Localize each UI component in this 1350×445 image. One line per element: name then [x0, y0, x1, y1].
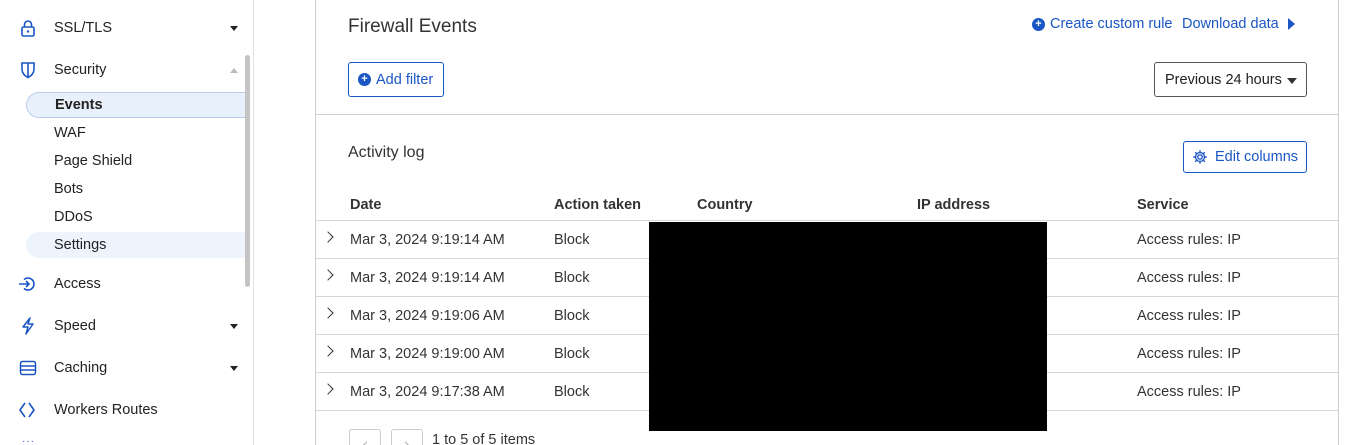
sidebar-subitem-bots[interactable]: Bots: [26, 176, 250, 202]
chevron-right-icon[interactable]: [322, 345, 334, 357]
cell-action: Block: [554, 308, 590, 324]
sidebar-subitem-settings[interactable]: Settings: [26, 232, 250, 258]
sidebar-subitem-events[interactable]: Events: [26, 92, 250, 118]
chevron-down-icon: [1287, 78, 1297, 84]
activity-log-title: Activity log: [348, 144, 425, 161]
cell-action: Block: [554, 384, 590, 400]
column-header-country[interactable]: Country: [697, 197, 753, 213]
cell-action: Block: [554, 270, 590, 286]
time-range-select[interactable]: Previous 24 hours: [1154, 62, 1307, 97]
pagination-summary: 1 to 5 of 5 items: [432, 432, 536, 445]
cell-date: Mar 3, 2024 9:19:00 AM: [350, 346, 505, 362]
cell-service: Access rules: IP: [1137, 270, 1241, 286]
chevron-right-icon[interactable]: [322, 231, 334, 243]
edit-columns-button[interactable]: Edit columns: [1183, 141, 1307, 173]
workers-icon: [18, 400, 38, 420]
cell-action: Block: [554, 346, 590, 362]
sidebar-subitem-ddos[interactable]: DDoS: [26, 204, 250, 230]
create-custom-rule-label: Create custom rule: [1050, 16, 1173, 32]
cell-service: Access rules: IP: [1137, 308, 1241, 324]
column-header-service[interactable]: Service: [1137, 197, 1189, 213]
create-custom-rule-link[interactable]: + Create custom rule: [1032, 16, 1173, 32]
cell-date: Mar 3, 2024 9:19:14 AM: [350, 270, 505, 286]
page-title: Firewall Events: [348, 16, 477, 37]
sidebar-item-security[interactable]: Security: [0, 54, 253, 86]
sidebar-item-label: Workers Routes: [54, 402, 158, 418]
sidebar-item-label: Security: [54, 62, 107, 78]
lock-icon: [18, 18, 38, 38]
cell-action: Block: [554, 232, 590, 248]
chevron-up-icon: [230, 67, 238, 73]
next-page-button[interactable]: [391, 429, 423, 445]
column-header-ip[interactable]: IP address: [917, 197, 990, 213]
chevron-down-icon: [230, 323, 238, 329]
time-range-value: Previous 24 hours: [1165, 71, 1282, 88]
cell-date: Mar 3, 2024 9:19:14 AM: [350, 232, 505, 248]
sidebar-item-label: Speed: [54, 318, 96, 334]
sidebar-item-label: SSL/TLS: [54, 20, 113, 36]
access-icon: [18, 274, 38, 294]
redacted-block: [649, 222, 1047, 431]
column-header-action[interactable]: Action taken: [554, 197, 641, 213]
more-icon: ···: [22, 436, 35, 445]
cell-service: Access rules: IP: [1137, 232, 1241, 248]
chevron-right-icon: [400, 441, 411, 445]
cell-date: Mar 3, 2024 9:19:06 AM: [350, 308, 505, 324]
plus-circle-icon: +: [1032, 17, 1045, 31]
add-filter-label: Add filter: [376, 71, 434, 88]
add-filter-button[interactable]: + Add filter: [348, 62, 444, 97]
sidebar-item-label: Caching: [54, 360, 108, 376]
sidebar-item-ssl-tls[interactable]: SSL/TLS: [0, 12, 253, 44]
sidebar-scrollbar[interactable]: [245, 55, 250, 287]
cell-service: Access rules: IP: [1137, 346, 1241, 362]
chevron-down-icon: [230, 25, 238, 31]
gear-icon: [1193, 150, 1207, 164]
chevron-left-icon: [361, 441, 372, 445]
shield-icon: [18, 60, 38, 80]
sidebar-item-label: Access: [54, 276, 101, 292]
download-data-label: Download data: [1182, 16, 1279, 32]
cell-date: Mar 3, 2024 9:17:38 AM: [350, 384, 505, 400]
chevron-right-icon[interactable]: [322, 383, 334, 395]
caret-right-icon: [1287, 18, 1295, 30]
sidebar-item-workers-routes[interactable]: Workers Routes: [0, 394, 253, 426]
sidebar-item-speed[interactable]: Speed: [0, 310, 253, 342]
sidebar: SSL/TLS Security Events WAF Page Shield …: [0, 0, 254, 445]
chevron-right-icon[interactable]: [322, 307, 334, 319]
cell-service: Access rules: IP: [1137, 384, 1241, 400]
column-header-date[interactable]: Date: [350, 197, 381, 213]
download-data-link[interactable]: Download data: [1182, 16, 1295, 32]
lightning-icon: [18, 316, 38, 336]
chevron-right-icon[interactable]: [322, 269, 334, 281]
edit-columns-label: Edit columns: [1215, 149, 1299, 165]
sidebar-subitem-page-shield[interactable]: Page Shield: [26, 148, 250, 174]
sidebar-item-access[interactable]: Access: [0, 268, 253, 300]
sidebar-item-caching[interactable]: Caching: [0, 352, 253, 384]
plus-circle-icon: +: [358, 73, 371, 86]
database-icon: [18, 358, 38, 378]
chevron-down-icon: [230, 365, 238, 371]
prev-page-button[interactable]: [349, 429, 381, 445]
sidebar-subitem-waf[interactable]: WAF: [26, 120, 250, 146]
divider: [316, 114, 1338, 115]
firewall-events-card: Firewall Events + Create custom rule Dow…: [315, 0, 1339, 445]
